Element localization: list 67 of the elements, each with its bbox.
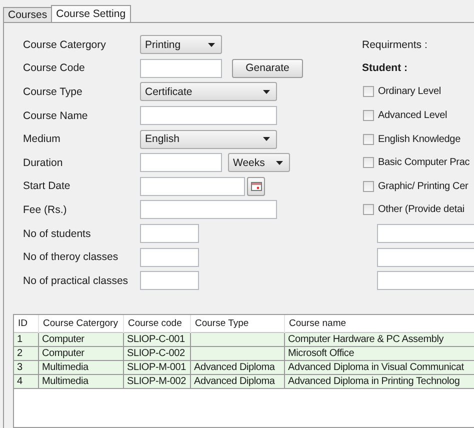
field-label: No of theroy classes [23, 251, 120, 264]
input-field[interactable] [140, 58, 222, 78]
field-label: No of students [23, 228, 92, 240]
dropdown[interactable]: Certificate [140, 82, 277, 102]
table-cell: Microsoft Office [285, 346, 474, 360]
checkbox-option[interactable]: Graphic/ Printing Cer [359, 180, 474, 192]
table-cell: SLIOP-M-002 [124, 374, 191, 388]
input-field[interactable] [140, 200, 277, 220]
table-cell: Advanced Diploma [191, 374, 285, 388]
field-label: Duration [23, 156, 64, 169]
table-cell: SLIOP-M-001 [124, 360, 191, 374]
detail-field[interactable] [377, 271, 474, 290]
table-cell: SLIOP-C-001 [124, 332, 191, 346]
checkbox-option[interactable]: Basic Computer Prac [359, 157, 474, 168]
student-heading: Student : [361, 62, 408, 74]
table-cell: Computer [39, 332, 124, 346]
generate-button[interactable]: Genarate [232, 58, 303, 78]
input-field[interactable] [140, 153, 222, 172]
table-cell: SLIOP-C-002 [124, 346, 191, 360]
table-cell: Computer Hardware & PC Assembly [285, 332, 474, 346]
tab[interactable]: Courses [3, 7, 52, 22]
dropdown[interactable]: Weeks [228, 153, 290, 172]
tab[interactable]: Course Setting [51, 5, 131, 22]
table-cell: Advanced Diploma [191, 360, 285, 374]
input-field[interactable] [140, 271, 199, 290]
calendar-icon [250, 182, 262, 191]
checkbox[interactable] [363, 134, 374, 145]
checkbox-option[interactable]: Ordinary Level [359, 86, 474, 98]
caret-icon [208, 42, 215, 47]
dropdown[interactable]: Printing [140, 35, 222, 54]
table-cell: 4 [14, 374, 39, 388]
field-label: No of practical classes [23, 274, 130, 287]
checkbox-option[interactable]: English Knowledge [359, 134, 474, 145]
table-cell: 3 [14, 360, 39, 374]
detail-field[interactable] [377, 248, 474, 267]
caret-icon [263, 90, 270, 94]
field-label: Fee (Rs.) [23, 204, 68, 216]
checkbox[interactable] [363, 86, 374, 98]
table-cell: Advanced Diploma in Visual Communicat [285, 360, 474, 374]
requirements-label: Requirments : [361, 38, 428, 51]
field-label: Medium [23, 133, 62, 146]
checkbox-option[interactable]: Other (Provide detai [359, 204, 474, 216]
table-cell: 2 [14, 346, 39, 360]
table-cell: 1 [14, 332, 39, 346]
field-label: Course Catergory [23, 38, 107, 51]
field-label: Course Code [23, 62, 86, 74]
checkbox[interactable] [363, 180, 374, 192]
detail-field[interactable] [377, 224, 474, 244]
checkbox[interactable] [363, 157, 374, 168]
date-field[interactable] [140, 176, 245, 196]
caret-icon [263, 137, 270, 142]
checkbox[interactable] [363, 204, 374, 216]
table-cell: Computer [39, 346, 124, 360]
calendar-button[interactable] [247, 176, 265, 196]
field-label: Course Type [23, 86, 84, 98]
input-field[interactable] [140, 224, 199, 244]
field-label: Course Name [23, 110, 89, 122]
field-label: Start Date [23, 180, 72, 192]
dropdown[interactable]: English [140, 130, 277, 149]
checkbox[interactable] [363, 110, 374, 122]
checkbox-option[interactable]: Advanced Level [359, 110, 474, 122]
input-field[interactable] [140, 106, 277, 126]
caret-icon [276, 160, 283, 165]
table-cell: Multimedia [39, 374, 124, 388]
input-field[interactable] [140, 248, 199, 267]
table-cell: Advanced Diploma in Printing Technolog [285, 374, 474, 388]
table-cell: Multimedia [39, 360, 124, 374]
